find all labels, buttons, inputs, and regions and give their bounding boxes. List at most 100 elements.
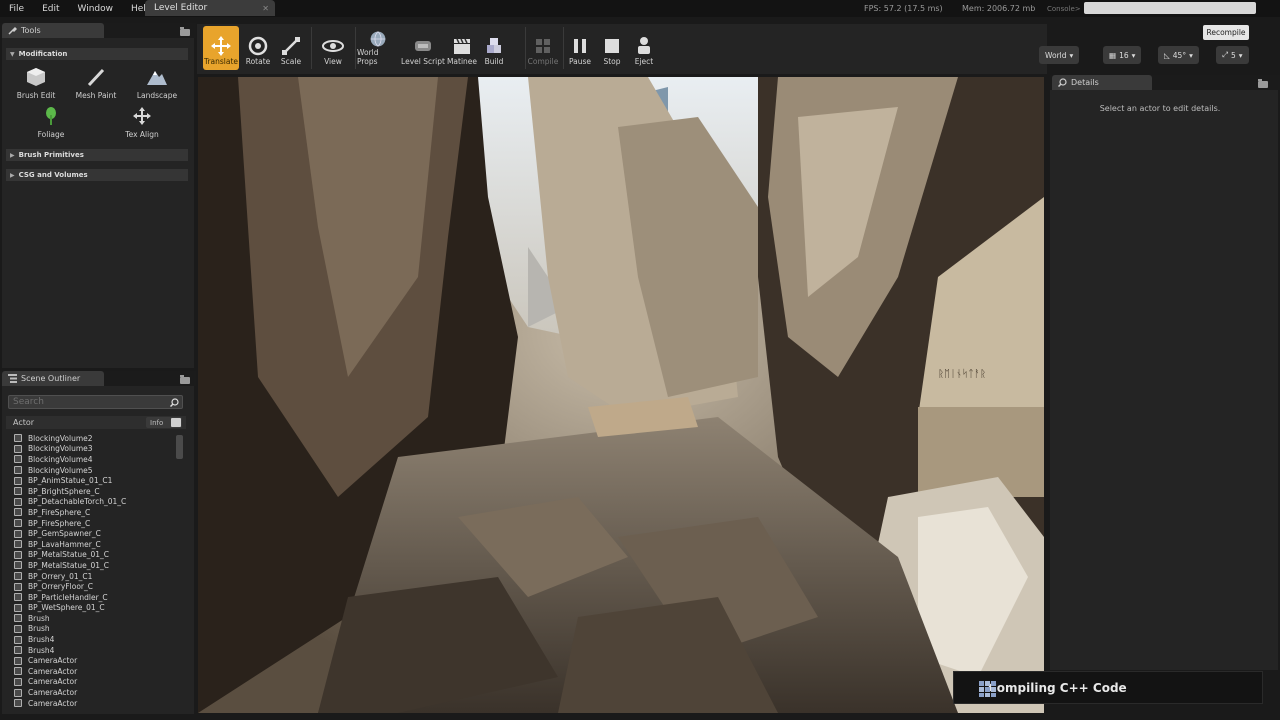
details-hint-text: Select an actor to edit details. <box>1099 104 1221 113</box>
scale-icon <box>282 37 300 55</box>
folder-icon[interactable] <box>180 375 190 384</box>
tool-foliage[interactable]: Foliage <box>21 101 81 139</box>
rotate-label: Rotate <box>245 57 271 66</box>
tex-align-icon <box>133 107 151 125</box>
level-script-label: Level Script <box>401 57 445 66</box>
outliner-row[interactable]: BP_FireSphere_C <box>14 518 179 529</box>
outliner-row-label: CameraActor <box>28 677 78 687</box>
tab-tools[interactable]: Tools <box>2 23 104 38</box>
console-input[interactable] <box>1084 2 1256 14</box>
menu-window[interactable]: Window <box>69 4 123 14</box>
info-dropdown[interactable]: Info <box>146 417 182 428</box>
tool-mesh-paint[interactable]: Mesh Paint <box>66 62 126 100</box>
outliner-row[interactable]: BlockingVolume5 <box>14 465 179 476</box>
scale-snap-dropdown[interactable]: ⤢ 5 ▾ <box>1216 46 1249 64</box>
svg-text:ᚱᛖᛁᚾᛋᛏᚨᚱ: ᚱᛖᛁᚾᛋᛏᚨᚱ <box>938 368 986 380</box>
toolbar-divider <box>525 27 526 69</box>
column-actor[interactable]: Actor <box>13 418 34 427</box>
outliner-row[interactable]: BP_Orrery_01_C1 <box>14 571 179 582</box>
actor-icon <box>14 603 22 612</box>
eject-button[interactable]: Eject <box>630 26 658 70</box>
outliner-row-label: BP_BrightSphere_C <box>28 486 100 496</box>
actor-icon <box>14 646 22 655</box>
matinee-button[interactable]: Matinee <box>445 26 479 70</box>
folder-icon[interactable] <box>180 27 190 36</box>
outliner-row[interactable]: BlockingVolume3 <box>14 444 179 455</box>
menu-edit[interactable]: Edit <box>33 4 68 14</box>
translate-button[interactable]: Translate <box>203 26 239 70</box>
world-props-button[interactable]: World Props <box>357 26 399 70</box>
tab-scene-outliner[interactable]: Scene Outliner <box>2 371 104 386</box>
outliner-row[interactable]: CameraActor <box>14 655 179 666</box>
outliner-row[interactable]: BP_LavaHammer_C <box>14 539 179 550</box>
scale-snap-icon: ⤢ <box>1222 50 1228 59</box>
magnifier-icon <box>1058 78 1067 87</box>
outliner-row[interactable]: BP_AnimStatue_01_C1 <box>14 475 179 486</box>
actor-icon <box>14 614 22 623</box>
tab-details[interactable]: Details <box>1052 75 1152 90</box>
tool-brush-edit[interactable]: Brush Edit <box>6 62 66 100</box>
outliner-row[interactable]: Brush4 <box>14 645 179 656</box>
wrench-icon <box>8 26 17 35</box>
rotate-button[interactable]: Rotate <box>241 26 275 70</box>
outliner-row[interactable]: Brush4 <box>14 634 179 645</box>
close-tab-icon[interactable]: ✕ <box>262 4 269 13</box>
tools-tab-label: Tools <box>21 26 41 35</box>
outliner-row-label: BP_MetalStatue_01_C <box>28 550 110 560</box>
toolbar-divider <box>311 27 312 69</box>
grid-snap-dropdown[interactable]: ▦ 16 ▾ <box>1103 46 1142 64</box>
outliner-row[interactable]: BP_FireSphere_C <box>14 507 179 518</box>
pause-button[interactable]: Pause <box>565 26 595 70</box>
outliner-row[interactable]: BP_OrreryFloor_C <box>14 581 179 592</box>
outliner-row[interactable]: BP_GemSpawner_C <box>14 528 179 539</box>
memory-readout: Mem: 2006.72 mb <box>962 4 1036 13</box>
actor-icon <box>14 677 22 686</box>
compile-progress-icon <box>979 681 996 697</box>
world-space-dropdown[interactable]: World ▾ <box>1039 46 1080 64</box>
csg-volumes-header[interactable]: ▶ CSG and Volumes <box>6 169 188 181</box>
eye-icon <box>322 40 344 52</box>
brush-primitives-header[interactable]: ▶ Brush Primitives <box>6 149 188 161</box>
build-button[interactable]: Build <box>479 26 509 70</box>
folder-icon[interactable] <box>1258 79 1268 88</box>
outliner-row[interactable]: BP_ParticleHandler_C <box>14 592 179 603</box>
outliner-row[interactable]: Brush <box>14 613 179 624</box>
outliner-row[interactable]: CameraActor <box>14 666 179 677</box>
pause-icon <box>574 39 586 53</box>
menu-file[interactable]: File <box>0 4 33 14</box>
main-toolbar: Translate Rotate Scale View World Props … <box>197 24 1047 74</box>
tool-landscape[interactable]: Landscape <box>127 62 187 100</box>
outliner-row[interactable]: BlockingVolume4 <box>14 454 179 465</box>
level-editor-tab[interactable]: Level Editor ✕ <box>145 0 275 16</box>
view-button[interactable]: View <box>313 26 353 70</box>
outliner-row[interactable]: CameraActor <box>14 698 179 709</box>
outliner-row[interactable]: Brush <box>14 624 179 635</box>
modification-header[interactable]: ▼ Modification <box>6 48 188 60</box>
outliner-row[interactable]: BP_MetalStatue_01_C <box>14 560 179 571</box>
compile-button[interactable]: Compile <box>527 26 559 70</box>
outliner-row[interactable]: BP_WetSphere_01_C <box>14 603 179 614</box>
outliner-row[interactable]: BP_BrightSphere_C <box>14 486 179 497</box>
outliner-row[interactable]: BlockingVolume2 <box>14 433 179 444</box>
fps-value: FPS: 57.2 <box>864 4 902 13</box>
level-viewport[interactable]: ᚱᛖᛁᚾᛋᛏᚨᚱ <box>198 77 1044 713</box>
level-script-button[interactable]: Level Script <box>401 26 445 70</box>
outliner-row[interactable]: CameraActor <box>14 687 179 698</box>
tool-tex-align-label: Tex Align <box>125 130 159 139</box>
actor-icon <box>14 561 22 570</box>
scale-button[interactable]: Scale <box>275 26 307 70</box>
chevron-down-icon: ▾ <box>1131 50 1136 60</box>
outliner-row[interactable]: CameraActor <box>14 677 179 688</box>
outliner-scrollbar[interactable] <box>176 435 183 459</box>
outliner-row[interactable]: BP_MetalStatue_01_C <box>14 550 179 561</box>
rotation-snap-dropdown[interactable]: ◺ 45° ▾ <box>1158 46 1199 64</box>
outliner-row-label: Brush <box>28 613 50 623</box>
stop-button[interactable]: Stop <box>598 26 626 70</box>
outliner-row-label: BP_GemSpawner_C <box>28 529 101 539</box>
build-icon <box>487 38 501 53</box>
tool-tex-align[interactable]: Tex Align <box>112 101 172 139</box>
grid-snap-value: 16 <box>1119 50 1129 60</box>
outliner-row[interactable]: BP_DetachableTorch_01_C <box>14 497 179 508</box>
outliner-search-input[interactable]: Search <box>8 395 183 409</box>
recompile-button[interactable]: Recompile <box>1203 25 1249 40</box>
